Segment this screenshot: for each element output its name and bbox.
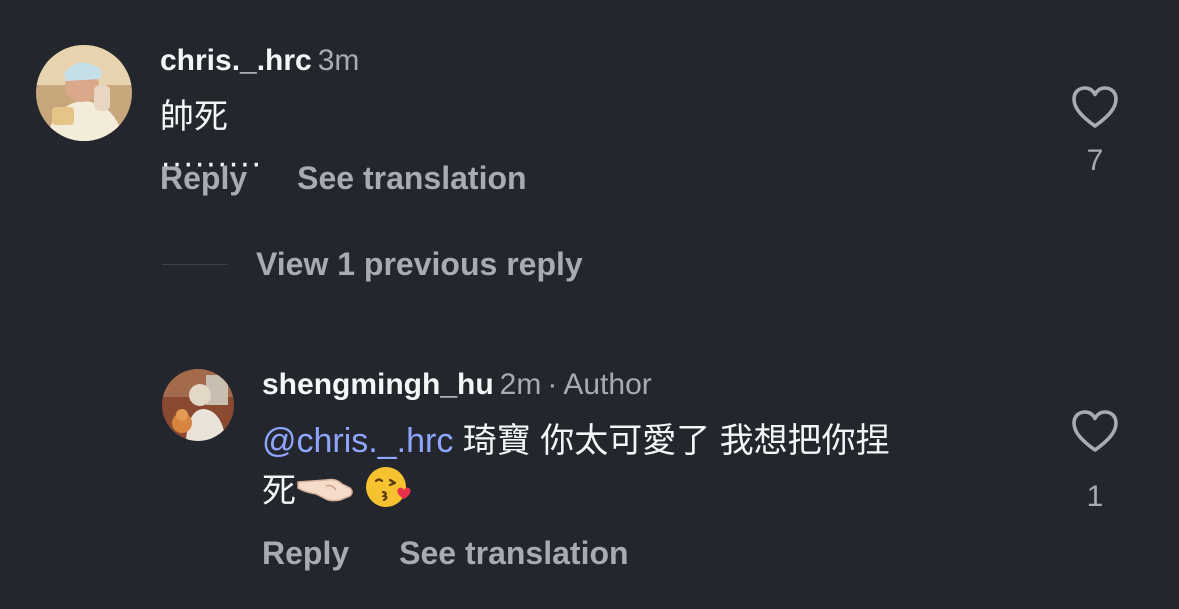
comment-meta: shengmingh_hu 2m · Author bbox=[262, 367, 652, 403]
comment-line-1: @chris._.hrc 琦寶 你太可愛了 我想把你捏 bbox=[262, 418, 1022, 464]
timestamp: 3m bbox=[317, 44, 360, 77]
like-count: 1 bbox=[1086, 480, 1104, 513]
kissing-heart-emoji bbox=[364, 464, 412, 522]
heart-icon bbox=[1072, 410, 1118, 452]
heart-icon bbox=[1072, 86, 1118, 128]
username[interactable]: shengmingh_hu bbox=[262, 368, 494, 401]
comment-actions: Reply See translation bbox=[160, 158, 527, 198]
see-translation-button[interactable]: See translation bbox=[399, 535, 628, 571]
view-previous-replies[interactable]: View 1 previous reply bbox=[162, 246, 583, 283]
username[interactable]: chris._.hrc bbox=[160, 44, 312, 77]
reply-button[interactable]: Reply bbox=[262, 535, 349, 571]
avatar-shengmingh[interactable] bbox=[162, 369, 234, 441]
comment-actions: Reply See translation bbox=[262, 533, 629, 573]
comment-text-1: 琦寶 你太可愛了 我想把你捏 bbox=[453, 422, 890, 460]
comment-text-2: 死 bbox=[262, 471, 296, 510]
separator-dot: · bbox=[547, 368, 558, 401]
mention-link[interactable]: @chris._.hrc bbox=[262, 422, 453, 460]
hand-pinch-icon bbox=[297, 478, 353, 502]
author-badge: Author bbox=[563, 368, 652, 401]
avatar-chris[interactable] bbox=[36, 45, 132, 141]
comment-line-2: 死 bbox=[262, 464, 1022, 522]
hand-pinch-emoji bbox=[296, 468, 356, 518]
view-replies-label: View 1 previous reply bbox=[256, 246, 583, 282]
timestamp: 2m bbox=[499, 368, 542, 401]
reply-button[interactable]: Reply bbox=[160, 160, 247, 196]
see-translation-button[interactable]: See translation bbox=[297, 160, 526, 196]
like-count: 7 bbox=[1086, 144, 1104, 177]
like-button[interactable]: 1 bbox=[1070, 410, 1120, 514]
like-button[interactable]: 7 bbox=[1070, 86, 1120, 178]
comment-text: @chris._.hrc 琦寶 你太可愛了 我想把你捏 死 bbox=[262, 418, 1022, 522]
kissing-heart-icon bbox=[366, 467, 411, 507]
thread-divider bbox=[162, 264, 228, 265]
comment-meta: chris._.hrc 3m bbox=[160, 43, 359, 79]
avatar-image bbox=[36, 45, 132, 141]
avatar-image bbox=[162, 369, 234, 441]
